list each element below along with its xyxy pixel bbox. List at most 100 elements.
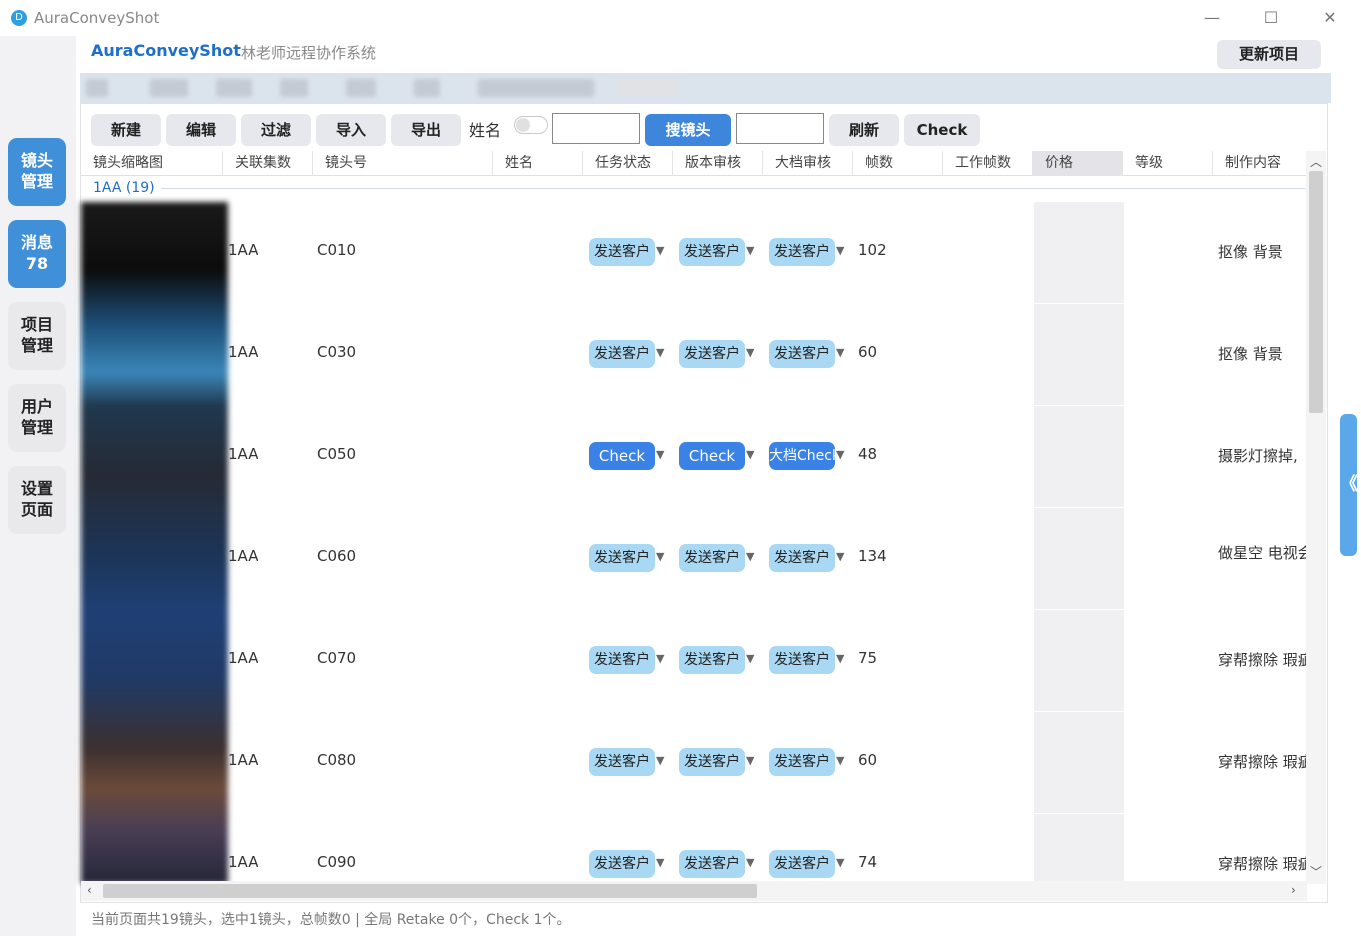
task-status-dropdown[interactable]: 发送客户 <box>589 238 655 266</box>
vertical-scroll-thumb[interactable] <box>1309 171 1323 413</box>
task-status-dropdown[interactable]: 发送客户 <box>589 544 655 572</box>
scroll-right-icon[interactable]: › <box>1291 883 1296 897</box>
chevron-down-icon[interactable]: ▼ <box>746 346 754 359</box>
search-input-shot[interactable] <box>736 113 824 144</box>
chevron-down-icon[interactable]: ▼ <box>746 448 754 461</box>
column-header[interactable]: 镜头缩略图 <box>81 151 223 176</box>
close-button[interactable]: ✕ <box>1315 6 1345 30</box>
task-status-dropdown[interactable]: 发送客户 <box>589 748 655 776</box>
chevron-down-icon[interactable]: ▼ <box>746 244 754 257</box>
task-status-dropdown[interactable]: Check <box>589 442 655 470</box>
version-review-dropdown[interactable]: 发送客户 <box>679 340 745 368</box>
master-review-dropdown[interactable]: 发送客户 <box>769 748 835 776</box>
version-review-dropdown[interactable]: Check <box>679 442 745 470</box>
sidebar-item-settings[interactable]: 设置 页面 <box>8 466 66 534</box>
version-review-dropdown[interactable]: 发送客户 <box>679 850 745 878</box>
chevron-down-icon[interactable]: ▼ <box>656 550 664 563</box>
master-review-dropdown[interactable]: 发送客户 <box>769 340 835 368</box>
export-button[interactable]: 导出 <box>391 114 461 146</box>
horizontal-scroll-thumb[interactable] <box>103 884 757 898</box>
chevron-down-icon[interactable]: ▼ <box>746 856 754 869</box>
update-project-button[interactable]: 更新项目 <box>1217 40 1321 69</box>
chevron-down-icon[interactable]: ▼ <box>836 244 844 257</box>
task-status-dropdown[interactable]: 发送客户 <box>589 646 655 674</box>
task-status-dropdown[interactable]: 发送客户 <box>589 850 655 878</box>
project-tab[interactable] <box>150 79 188 97</box>
version-review-dropdown[interactable]: 发送客户 <box>679 646 745 674</box>
expand-panel-handle[interactable]: 《 <box>1340 414 1358 556</box>
minimize-button[interactable]: — <box>1197 6 1227 30</box>
filter-button[interactable]: 过滤 <box>241 114 311 146</box>
name-toggle[interactable] <box>514 116 548 134</box>
project-tab[interactable] <box>86 79 108 97</box>
project-tab[interactable] <box>216 79 252 97</box>
version-review-dropdown[interactable]: 发送客户 <box>679 748 745 776</box>
version-review-dropdown[interactable]: 发送客户 <box>679 238 745 266</box>
scroll-left-icon[interactable]: ‹ <box>87 883 92 897</box>
project-tab[interactable] <box>280 79 308 97</box>
version-review-dropdown[interactable]: 发送客户 <box>679 544 745 572</box>
sidebar-item-user-management[interactable]: 用户 管理 <box>8 384 66 452</box>
chevron-down-icon[interactable]: ▼ <box>836 550 844 563</box>
project-tab[interactable] <box>478 79 594 97</box>
column-header[interactable]: 制作内容 <box>1213 151 1307 176</box>
column-header[interactable]: 镜头号 <box>313 151 493 176</box>
chevron-down-icon[interactable]: ▼ <box>836 448 844 461</box>
table-row[interactable]: 1AA C070 发送客户 ▼ 发送客户 ▼ 发送客户 ▼ 75 穿帮擦除 瑕疵 <box>81 610 1307 712</box>
chevron-down-icon[interactable]: ▼ <box>656 346 664 359</box>
chevron-down-icon[interactable]: ▼ <box>746 550 754 563</box>
project-tab[interactable] <box>414 79 440 97</box>
horizontal-scrollbar[interactable]: ‹ › <box>81 881 1307 901</box>
search-input-name[interactable] <box>552 113 640 144</box>
column-header[interactable]: 版本审核 <box>673 151 763 176</box>
sidebar-item-label: 项目 <box>20 315 53 334</box>
chevron-down-icon[interactable]: ▼ <box>656 754 664 767</box>
chevron-down-icon[interactable]: ▼ <box>746 652 754 665</box>
sidebar-item-project-management[interactable]: 项目 管理 <box>8 302 66 370</box>
chevron-down-icon[interactable]: ▼ <box>656 856 664 869</box>
task-status-dropdown[interactable]: 发送客户 <box>589 340 655 368</box>
table-row[interactable]: 1AA C050 Check ▼ Check ▼ 大档Check ▼ 48 摄影… <box>81 406 1307 508</box>
master-review-dropdown[interactable]: 发送客户 <box>769 850 835 878</box>
column-header[interactable]: 关联集数 <box>223 151 313 176</box>
table-row[interactable]: 1AA C080 发送客户 ▼ 发送客户 ▼ 发送客户 ▼ 60 穿帮擦除 瑕疵 <box>81 712 1307 814</box>
column-header[interactable]: 等级 <box>1123 151 1213 176</box>
table-row[interactable]: 1AA C090 发送客户 ▼ 发送客户 ▼ 发送客户 ▼ 74 穿帮擦除 瑕疵 <box>81 814 1307 881</box>
column-header[interactable]: 姓名 <box>493 151 583 176</box>
column-header[interactable]: 大档审核 <box>763 151 853 176</box>
edit-button[interactable]: 编辑 <box>166 114 236 146</box>
master-review-dropdown[interactable]: 大档Check <box>769 442 835 470</box>
chevron-down-icon[interactable]: ▼ <box>836 652 844 665</box>
vertical-scrollbar[interactable]: ︿ ﹀ <box>1306 151 1326 884</box>
column-header[interactable]: 帧数 <box>853 151 943 176</box>
table-row[interactable]: 1AA C010 发送客户 ▼ 发送客户 ▼ 发送客户 ▼ 102 抠像 背景 <box>81 202 1307 304</box>
chevron-down-icon[interactable]: ▼ <box>656 652 664 665</box>
sidebar-item-messages[interactable]: 消息 78 <box>8 220 66 288</box>
column-header[interactable]: 任务状态 <box>583 151 673 176</box>
table-row[interactable]: 1AA C030 发送客户 ▼ 发送客户 ▼ 发送客户 ▼ 60 抠像 背景 <box>81 304 1307 406</box>
table-row[interactable]: 1AA C060 发送客户 ▼ 发送客户 ▼ 发送客户 ▼ 134 做星空 电视… <box>81 508 1307 610</box>
refresh-button[interactable]: 刷新 <box>829 114 899 146</box>
chevron-down-icon[interactable]: ▼ <box>656 448 664 461</box>
chevron-down-icon[interactable]: ▼ <box>656 244 664 257</box>
scroll-down-icon[interactable]: ﹀ <box>1310 863 1322 880</box>
check-button[interactable]: Check <box>904 114 980 146</box>
search-shot-button[interactable]: 搜镜头 <box>645 114 731 146</box>
sidebar-item-shot-management[interactable]: 镜头 管理 <box>8 138 66 206</box>
maximize-button[interactable]: ☐ <box>1256 6 1286 30</box>
project-tab-active[interactable] <box>616 79 680 97</box>
chevron-down-icon[interactable]: ▼ <box>746 754 754 767</box>
column-header[interactable]: 工作帧数 <box>943 151 1033 176</box>
import-button[interactable]: 导入 <box>316 114 386 146</box>
project-tab[interactable] <box>346 79 376 97</box>
master-review-dropdown[interactable]: 发送客户 <box>769 238 835 266</box>
chevron-down-icon[interactable]: ▼ <box>836 754 844 767</box>
chevron-down-icon[interactable]: ▼ <box>836 346 844 359</box>
master-review-dropdown[interactable]: 发送客户 <box>769 646 835 674</box>
group-header[interactable]: 1AA (19) <box>93 180 155 196</box>
scroll-up-icon[interactable]: ︿ <box>1310 153 1322 170</box>
column-header[interactable]: 价格 <box>1033 151 1123 176</box>
master-review-dropdown[interactable]: 发送客户 <box>769 544 835 572</box>
chevron-down-icon[interactable]: ▼ <box>836 856 844 869</box>
new-button[interactable]: 新建 <box>91 114 161 146</box>
